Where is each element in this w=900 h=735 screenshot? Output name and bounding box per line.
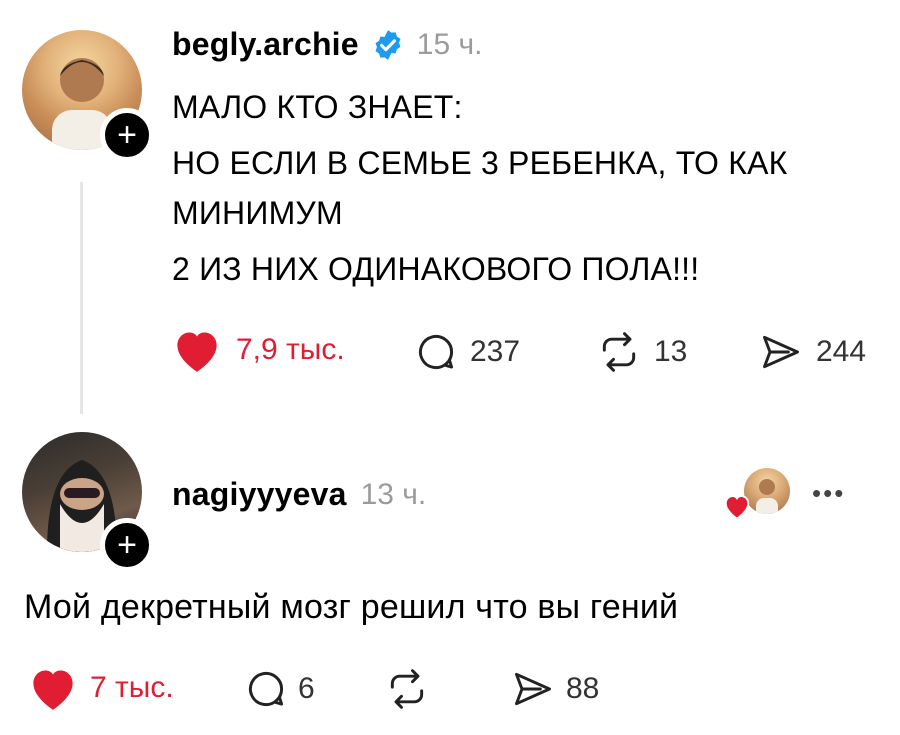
post-line: МИНИМУМ — [172, 195, 343, 231]
reply-username[interactable]: nagiyyyeva — [172, 476, 347, 513]
post-time: 15 ч. — [416, 27, 483, 61]
like-button[interactable]: 7 тыс. — [26, 664, 174, 712]
heart-icon — [724, 495, 750, 520]
share-icon — [515, 672, 551, 706]
reply-text: Мой декретный мозг решил что вы гений — [24, 588, 679, 626]
comment-icon — [418, 334, 454, 370]
post-line: 2 ИЗ НИХ ОДИНАКОВОГО ПОЛА!!! — [172, 251, 700, 287]
share-icon — [763, 335, 799, 369]
post-line: МАЛО КТО ЗНАЕТ: — [172, 89, 463, 125]
follow-plus-icon[interactable]: + — [100, 518, 154, 572]
repost-count: 13 — [654, 335, 688, 368]
post-header: begly.archie 15 ч. — [172, 26, 482, 63]
more-icon[interactable]: ••• — [812, 478, 845, 509]
repost-icon — [390, 669, 424, 709]
comment-count: 6 — [298, 672, 315, 705]
comment-button[interactable]: 6 — [244, 667, 315, 711]
comment-button[interactable]: 237 — [414, 330, 520, 374]
plus-icon: + — [117, 116, 137, 154]
share-count: 244 — [816, 335, 867, 368]
heart-icon — [177, 332, 217, 372]
plus-icon: + — [117, 526, 137, 564]
comment-count: 237 — [470, 335, 521, 368]
reply-header: nagiyyyeva 13 ч. — [172, 476, 426, 513]
post-text: МАЛО КТО ЗНАЕТ: НО ЕСЛИ В СЕМЬЕ 3 РЕБЕНК… — [172, 82, 787, 294]
share-button[interactable]: 88 — [510, 667, 599, 711]
post-line: НО ЕСЛИ В СЕМЬЕ 3 РЕБЕНКА, ТО КАК — [172, 145, 788, 181]
thread-connector-line — [80, 182, 83, 414]
comment-icon — [248, 671, 284, 707]
like-count: 7,9 тыс. — [236, 333, 345, 366]
repost-button[interactable]: 13 — [596, 330, 687, 374]
heart-icon — [33, 670, 73, 710]
share-count: 88 — [566, 672, 600, 705]
verified-icon — [375, 29, 401, 60]
repost-icon — [602, 332, 636, 372]
reply-time: 13 ч. — [360, 477, 427, 511]
like-count: 7 тыс. — [90, 671, 174, 704]
follow-plus-icon[interactable]: + — [100, 108, 154, 162]
like-button[interactable]: 7,9 тыс. — [170, 326, 345, 374]
repost-button[interactable] — [384, 667, 430, 716]
post-username[interactable]: begly.archie — [172, 26, 359, 63]
share-button[interactable]: 244 — [758, 330, 866, 374]
